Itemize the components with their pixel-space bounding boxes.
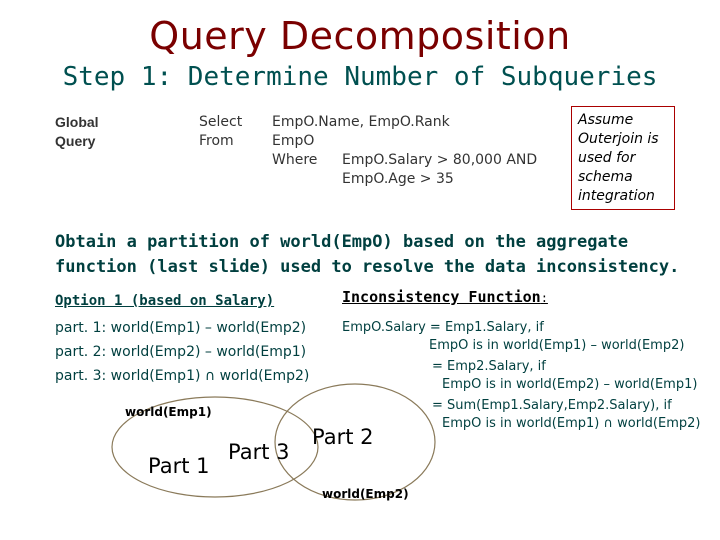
venn-part-2: Part 2 (312, 425, 374, 449)
venn-diagram (111, 383, 436, 501)
venn-label-emp2: world(Emp2) (322, 487, 409, 501)
venn-label-emp1: world(Emp1) (125, 405, 212, 419)
venn-part-1: Part 1 (148, 454, 210, 478)
venn-part-3: Part 3 (228, 440, 290, 464)
